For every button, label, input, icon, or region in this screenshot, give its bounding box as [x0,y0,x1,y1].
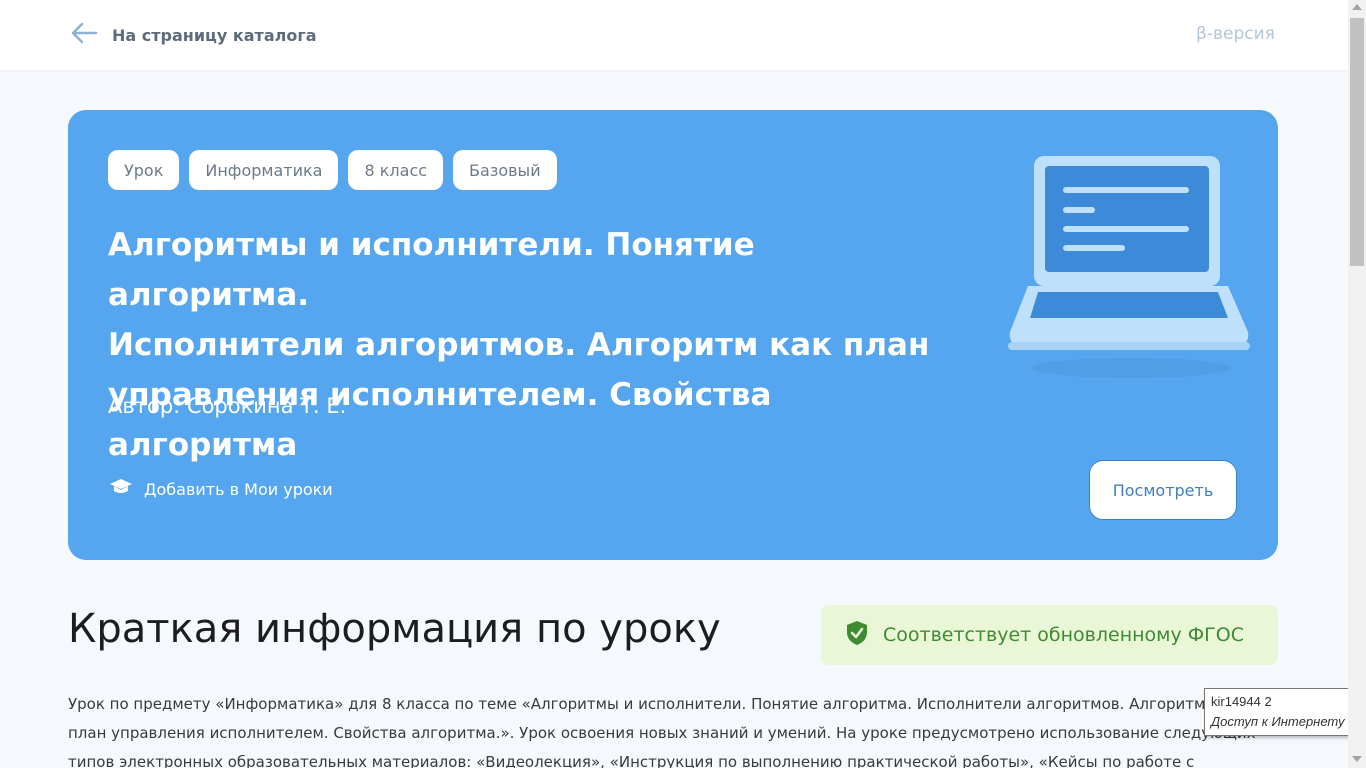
lesson-author: Автор: Сорокина Т. Е. [108,394,347,418]
description-line: план управления исполнителем. Свойства а… [68,724,1256,742]
tag-subject[interactable]: Информатика [189,150,339,190]
lesson-title-line: управления исполнителем. Свойства алгори… [108,377,772,463]
lesson-title: Алгоритмы и исполнители. Понятие алгорит… [108,220,948,470]
scrollbar-thumb[interactable] [1350,18,1364,266]
network-tooltip: kir14944 2 Доступ к Интернету [1204,688,1364,736]
tooltip-line-status: Доступ к Интернету [1211,714,1345,729]
scroll-down-arrow-icon[interactable] [1352,756,1362,762]
lesson-title-line: Исполнители алгоритмов. Алгоритм как пла… [108,327,930,363]
fgos-badge-label: Соответствует обновленному ФГОС [883,624,1244,646]
fgos-compliance-badge: Соответствует обновленному ФГОС [821,605,1278,665]
description-line: Урок по предмету «Информатика» для 8 кла… [68,695,1238,713]
arrow-left-icon [70,22,98,48]
graduation-cap-icon [108,476,134,502]
beta-version-link[interactable]: β-версия [1196,24,1275,44]
summary-title: Краткая информация по уроку [68,606,721,652]
tag-level[interactable]: Базовый [453,150,557,190]
lesson-hero-card: Урок Информатика 8 класс Базовый Алгорит… [68,110,1278,560]
description-line: типов электронных образовательных матери… [68,753,1195,768]
tag-grade[interactable]: 8 класс [348,150,444,190]
laptop-icon [1006,150,1256,384]
shield-check-icon [845,620,869,650]
tooltip-line-user: kir14944 2 [1211,694,1272,709]
lesson-title-line: Алгоритмы и исполнители. Понятие алгорит… [108,227,755,313]
tag-list: Урок Информатика 8 класс Базовый [108,150,557,190]
tag-type[interactable]: Урок [108,150,180,190]
view-lesson-button[interactable]: Посмотреть [1089,460,1237,520]
add-to-my-lessons-label: Добавить в Мои уроки [144,479,333,499]
lesson-description: Урок по предмету «Информатика» для 8 кла… [68,690,1283,768]
back-link-label: На страницу каталога [112,25,317,45]
add-to-my-lessons-button[interactable]: Добавить в Мои уроки [108,476,333,502]
back-to-catalog-link[interactable]: На страницу каталога [70,20,316,50]
top-bar: На страницу каталога β-версия [0,0,1348,70]
scroll-up-arrow-icon[interactable] [1352,4,1362,10]
